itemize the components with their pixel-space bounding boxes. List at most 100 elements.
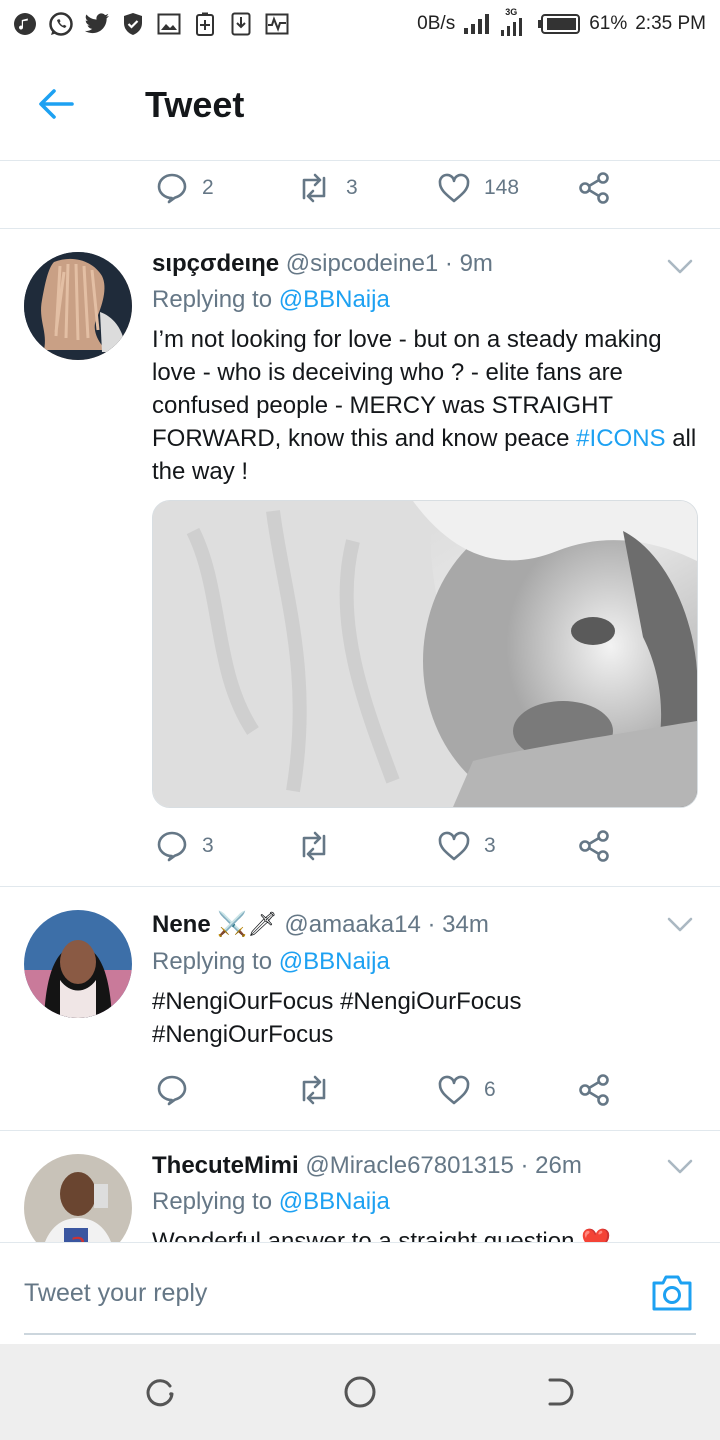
retweet-button[interactable] [296, 816, 346, 876]
signal-icon [464, 14, 490, 34]
reply-button[interactable]: 2 [156, 158, 214, 218]
clock: 2:35 PM [635, 13, 706, 34]
reply-count: 2 [202, 176, 214, 199]
status-bar: 0B/s 3G 61% 2:35 PM [0, 0, 720, 48]
tweet-menu-button[interactable] [666, 258, 694, 276]
camera-button[interactable] [650, 1273, 694, 1313]
battery-icon [538, 14, 581, 34]
page-title: Tweet [145, 84, 245, 125]
reply-composer: Tweet your reply [0, 1242, 720, 1345]
reply-count: 3 [202, 834, 214, 857]
net-speed: 0B/s [417, 13, 456, 34]
retweet-icon [302, 1075, 326, 1105]
battery-percent: 61% [589, 13, 628, 34]
camera-icon [652, 1275, 692, 1311]
reply-icon [157, 173, 187, 204]
avatar[interactable] [24, 910, 132, 1018]
main-tweet-actions: 2 3 148 [0, 158, 720, 218]
reply-input[interactable]: Tweet your reply [24, 1279, 207, 1308]
hashtag-link[interactable]: #ICONS [576, 425, 665, 452]
retweet-icon [302, 173, 326, 203]
system-status: 0B/s 3G 61% 2:35 PM [417, 7, 706, 37]
reply-tweet[interactable]: sιpçσdeιηe @sipcodeine1 · 9m Replying to… [0, 228, 720, 886]
tweet-photo[interactable] [152, 500, 698, 808]
retweet-icon [302, 831, 326, 861]
reply-tweet[interactable]: 3 ThecuteMimi @Miracle67801315 · 26m Rep… [0, 1130, 720, 1242]
replying-to: Replying to @BBNaija [152, 286, 390, 313]
download-icon [228, 11, 254, 37]
like-count: 3 [484, 834, 496, 857]
tweet-text: Wonderful answer to a straight question … [152, 1228, 612, 1242]
signal-3g-icon: 3G [499, 7, 529, 37]
share-button[interactable] [578, 158, 612, 218]
app-header: Tweet [0, 48, 720, 161]
like-button[interactable]: 6 [438, 1060, 496, 1120]
recent-apps-button[interactable] [142, 1374, 178, 1410]
avatar[interactable]: 3 [24, 1154, 132, 1242]
handle-and-time: @Miracle67801315 · 26m [305, 1152, 582, 1179]
like-count: 148 [484, 176, 520, 199]
activity-icon [264, 11, 290, 37]
input-underline [24, 1333, 696, 1335]
chevron-down-icon [667, 917, 693, 932]
reply-button[interactable]: 3 [156, 816, 214, 876]
mention-link[interactable]: @BBNaija [279, 1188, 390, 1215]
reply-button[interactable] [156, 1060, 202, 1120]
reply-tweet[interactable]: Nene ⚔️🗡 @amaaka14 · 34m Replying to @BB… [0, 886, 720, 1130]
back-nav-icon [548, 1378, 574, 1406]
display-name[interactable]: Nene [152, 911, 211, 938]
music-icon [12, 11, 38, 37]
replying-to: Replying to @BBNaija [152, 1188, 390, 1215]
tweet-actions: 3 3 [0, 816, 720, 876]
like-icon [438, 1075, 470, 1105]
display-name[interactable]: ThecuteMimi [152, 1152, 299, 1179]
back-nav-button[interactable] [542, 1374, 578, 1410]
reply-icon [157, 831, 187, 862]
home-button[interactable] [342, 1374, 378, 1410]
tweet-menu-button[interactable] [666, 1158, 694, 1176]
shield-check-icon [120, 11, 146, 37]
tweet-menu-button[interactable] [666, 916, 694, 934]
display-name[interactable]: sιpçσdeιηe [152, 250, 279, 277]
back-arrow-icon [39, 89, 74, 119]
twitter-icon [84, 11, 110, 37]
system-nav-bar [0, 1344, 720, 1440]
tweet-actions: 6 [0, 1060, 720, 1120]
like-button[interactable]: 148 [438, 158, 519, 218]
handle-and-time: @sipcodeine1 · 9m [285, 250, 493, 277]
retweet-count: 3 [346, 176, 358, 199]
share-button[interactable] [578, 816, 612, 876]
svg-text:3: 3 [70, 1233, 87, 1242]
tweet-header: ThecuteMimi @Miracle67801315 · 26m [152, 1152, 582, 1180]
mention-link[interactable]: @BBNaija [279, 286, 390, 313]
replying-to: Replying to @BBNaija [152, 948, 390, 975]
notification-icons [12, 11, 290, 37]
tweet-header: sιpçσdeιηe @sipcodeine1 · 9m [152, 250, 493, 278]
tweet-header: Nene ⚔️🗡 @amaaka14 · 34m [152, 910, 489, 939]
share-icon [579, 1074, 609, 1106]
tweet-text: I’m not looking for love - but on a stea… [152, 326, 697, 485]
like-button[interactable]: 3 [438, 816, 496, 876]
name-emoji: ⚔️🗡 [217, 911, 278, 938]
like-count: 6 [484, 1078, 496, 1101]
battery-saver-icon [192, 11, 218, 37]
recent-apps-icon [146, 1379, 174, 1407]
retweet-button[interactable] [296, 1060, 346, 1120]
share-icon [579, 172, 609, 204]
handle-and-time: @amaaka14 · 34m [284, 911, 489, 938]
chevron-down-icon [667, 1159, 693, 1174]
image-icon [156, 11, 182, 37]
like-icon [438, 831, 470, 861]
mention-link[interactable]: @BBNaija [279, 948, 390, 975]
whatsapp-icon [48, 11, 74, 37]
avatar[interactable] [24, 252, 132, 360]
chevron-down-icon [667, 259, 693, 274]
like-icon [438, 173, 470, 203]
reply-icon [157, 1075, 187, 1106]
hashtag-links[interactable]: #NengiOurFocus #NengiOurFocus #NengiOurF… [152, 985, 702, 1051]
retweet-button[interactable]: 3 [296, 158, 358, 218]
home-icon [344, 1376, 376, 1408]
back-button[interactable] [36, 86, 76, 122]
share-button[interactable] [578, 1060, 612, 1120]
share-icon [579, 830, 609, 862]
